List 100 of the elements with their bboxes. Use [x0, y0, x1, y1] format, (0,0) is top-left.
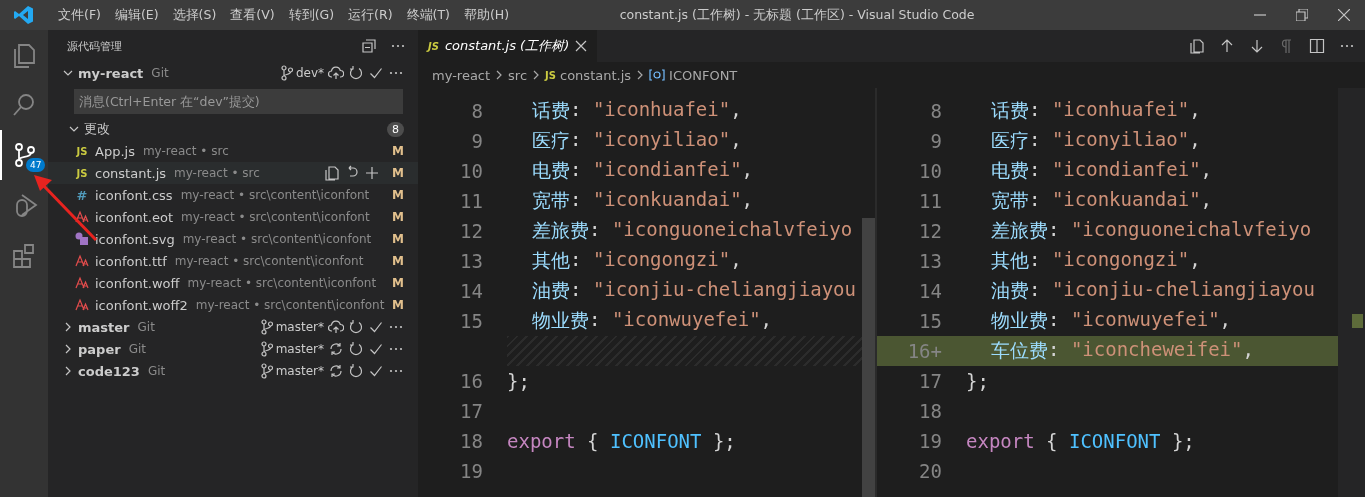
file-item[interactable]: iconfont.eot my-react • src\content\iconfont M [48, 206, 418, 228]
code-token: }; [1170, 430, 1195, 452]
breadcrumb-item[interactable]: my-react [432, 67, 491, 83]
font-file-icon [75, 276, 89, 290]
file-item[interactable]: iconfont.ttf my-react • src\content\iconfont M [48, 250, 418, 272]
check-icon[interactable] [368, 341, 384, 357]
close-icon[interactable] [575, 40, 588, 52]
code-token: "iconguoneichalvfeiyo [1070, 218, 1312, 242]
line-number: 14 [459, 280, 483, 302]
line-number: 11 [918, 190, 942, 212]
code-token: 宽带 [991, 188, 1029, 213]
code-token: : [1029, 248, 1042, 272]
branch-icon[interactable] [260, 341, 273, 357]
menu-item[interactable]: 文件(F) [52, 6, 107, 24]
code-token: : [1029, 188, 1042, 212]
restore-icon[interactable] [1296, 9, 1308, 21]
arrow-down-icon[interactable] [1249, 38, 1265, 54]
code-token: 话费 [991, 98, 1029, 123]
check-icon[interactable] [368, 363, 384, 379]
code-token: ICONFONT [1068, 430, 1161, 452]
code-token: 电费 [991, 158, 1029, 183]
breadcrumb-item[interactable]: src [508, 67, 528, 83]
code-token: : [1029, 128, 1042, 152]
menu-item[interactable]: 选择(S) [166, 6, 223, 24]
code-token: export [966, 430, 1035, 452]
refresh-icon[interactable] [348, 341, 364, 357]
refresh-icon[interactable] [348, 65, 364, 81]
close-icon[interactable] [1338, 9, 1350, 21]
scrollbar[interactable] [862, 218, 875, 497]
code-token: : [570, 158, 583, 182]
code-token: "icondianfei" [1051, 158, 1201, 182]
repository-name[interactable]: my-react [78, 65, 144, 81]
refresh-icon[interactable] [348, 363, 364, 379]
refresh-icon[interactable] [348, 319, 364, 335]
line-number: 9 [929, 130, 942, 152]
code-token: : [1029, 278, 1042, 302]
open-file-icon[interactable] [324, 165, 341, 181]
branch-icon[interactable] [280, 65, 293, 81]
branch-name[interactable]: master* [275, 364, 324, 378]
file-type-icon: JS [545, 69, 556, 81]
file-item[interactable]: JS constant.js my-react • src M [48, 162, 418, 184]
sync-icon[interactable] [328, 341, 344, 357]
line-number: 13 [459, 250, 483, 272]
breadcrumb-item[interactable]: constant.js [560, 67, 632, 83]
font-file-icon [75, 254, 89, 268]
branch-name[interactable]: master* [275, 342, 324, 356]
code-token: , [1189, 128, 1201, 152]
line-number: 19 [459, 460, 483, 482]
code-token: , [730, 98, 742, 122]
open-file-icon[interactable] [1189, 38, 1205, 54]
code-token: : [570, 128, 583, 152]
arrow-up-icon[interactable] [1219, 38, 1235, 54]
code-token: "iconcheweifei" [1070, 338, 1243, 362]
cloud-upload-icon[interactable] [328, 319, 344, 335]
menu-item[interactable]: 帮助(H) [457, 6, 516, 24]
line-number: 8 [929, 100, 942, 122]
menu-item[interactable]: 编辑(E) [108, 6, 165, 24]
code-token: "iconyiliao" [592, 128, 731, 152]
file-item[interactable]: JS App.js my-react • src M [48, 140, 418, 162]
collapse-all-icon[interactable] [362, 39, 376, 53]
repository-name[interactable]: paper [78, 341, 121, 357]
menu-item[interactable]: 转到(G) [282, 6, 341, 24]
branch-icon[interactable] [260, 319, 273, 335]
code-token: "icongongzi" [1051, 248, 1190, 272]
code-token: 差旅费 [532, 218, 589, 243]
plus-icon[interactable] [364, 165, 381, 181]
line-number: 8 [470, 100, 483, 122]
count-badge: 8 [387, 121, 404, 137]
code-token: 物业费 [991, 308, 1048, 333]
line-number: 10 [459, 160, 483, 182]
editor-tab[interactable]: JS constant.js (工作树) [418, 30, 598, 62]
cloud-upload-icon[interactable] [328, 65, 344, 81]
code-token: 其他 [991, 248, 1029, 273]
code-token: "iconwuyefei" [611, 308, 761, 332]
commit-message-field[interactable]: 消息(Ctrl+Enter 在“dev”提交) [74, 88, 403, 114]
group-label[interactable]: 更改 [84, 120, 110, 138]
line-number: 10 [918, 160, 942, 182]
repository-name[interactable]: code123 [78, 363, 140, 379]
branch-name[interactable]: master* [275, 320, 324, 334]
breadcrumb-item[interactable]: ICONFONT [669, 67, 738, 83]
menu-item[interactable]: 运行(R) [342, 6, 399, 24]
menu-item[interactable]: 查看(V) [224, 6, 281, 24]
sync-icon[interactable] [328, 363, 344, 379]
file-item[interactable]: # iconfont.css my-react • src\content\iconfont M [48, 184, 418, 206]
provider-label: Git [137, 320, 155, 334]
check-icon[interactable] [368, 319, 384, 335]
code-token: }; [966, 370, 989, 392]
file-item[interactable]: iconfont.woff2 my-react • src\content\iconfont M [48, 294, 418, 316]
split-editor-icon[interactable] [1309, 38, 1325, 54]
code-token: : [589, 308, 602, 332]
code-token: , [741, 188, 754, 212]
check-icon[interactable] [368, 65, 384, 81]
branch-name[interactable]: dev* [295, 66, 324, 80]
code-token: }; [711, 430, 736, 452]
file-item[interactable]: iconfont.svg my-react • src\content\iconfont M [48, 228, 418, 250]
file-item[interactable]: iconfont.woff my-react • src\content\iconfont M [48, 272, 418, 294]
repository-name[interactable]: master [78, 319, 130, 335]
branch-icon[interactable] [260, 363, 273, 379]
menu-item[interactable]: 终端(T) [400, 6, 456, 24]
variable-icon [649, 69, 666, 81]
